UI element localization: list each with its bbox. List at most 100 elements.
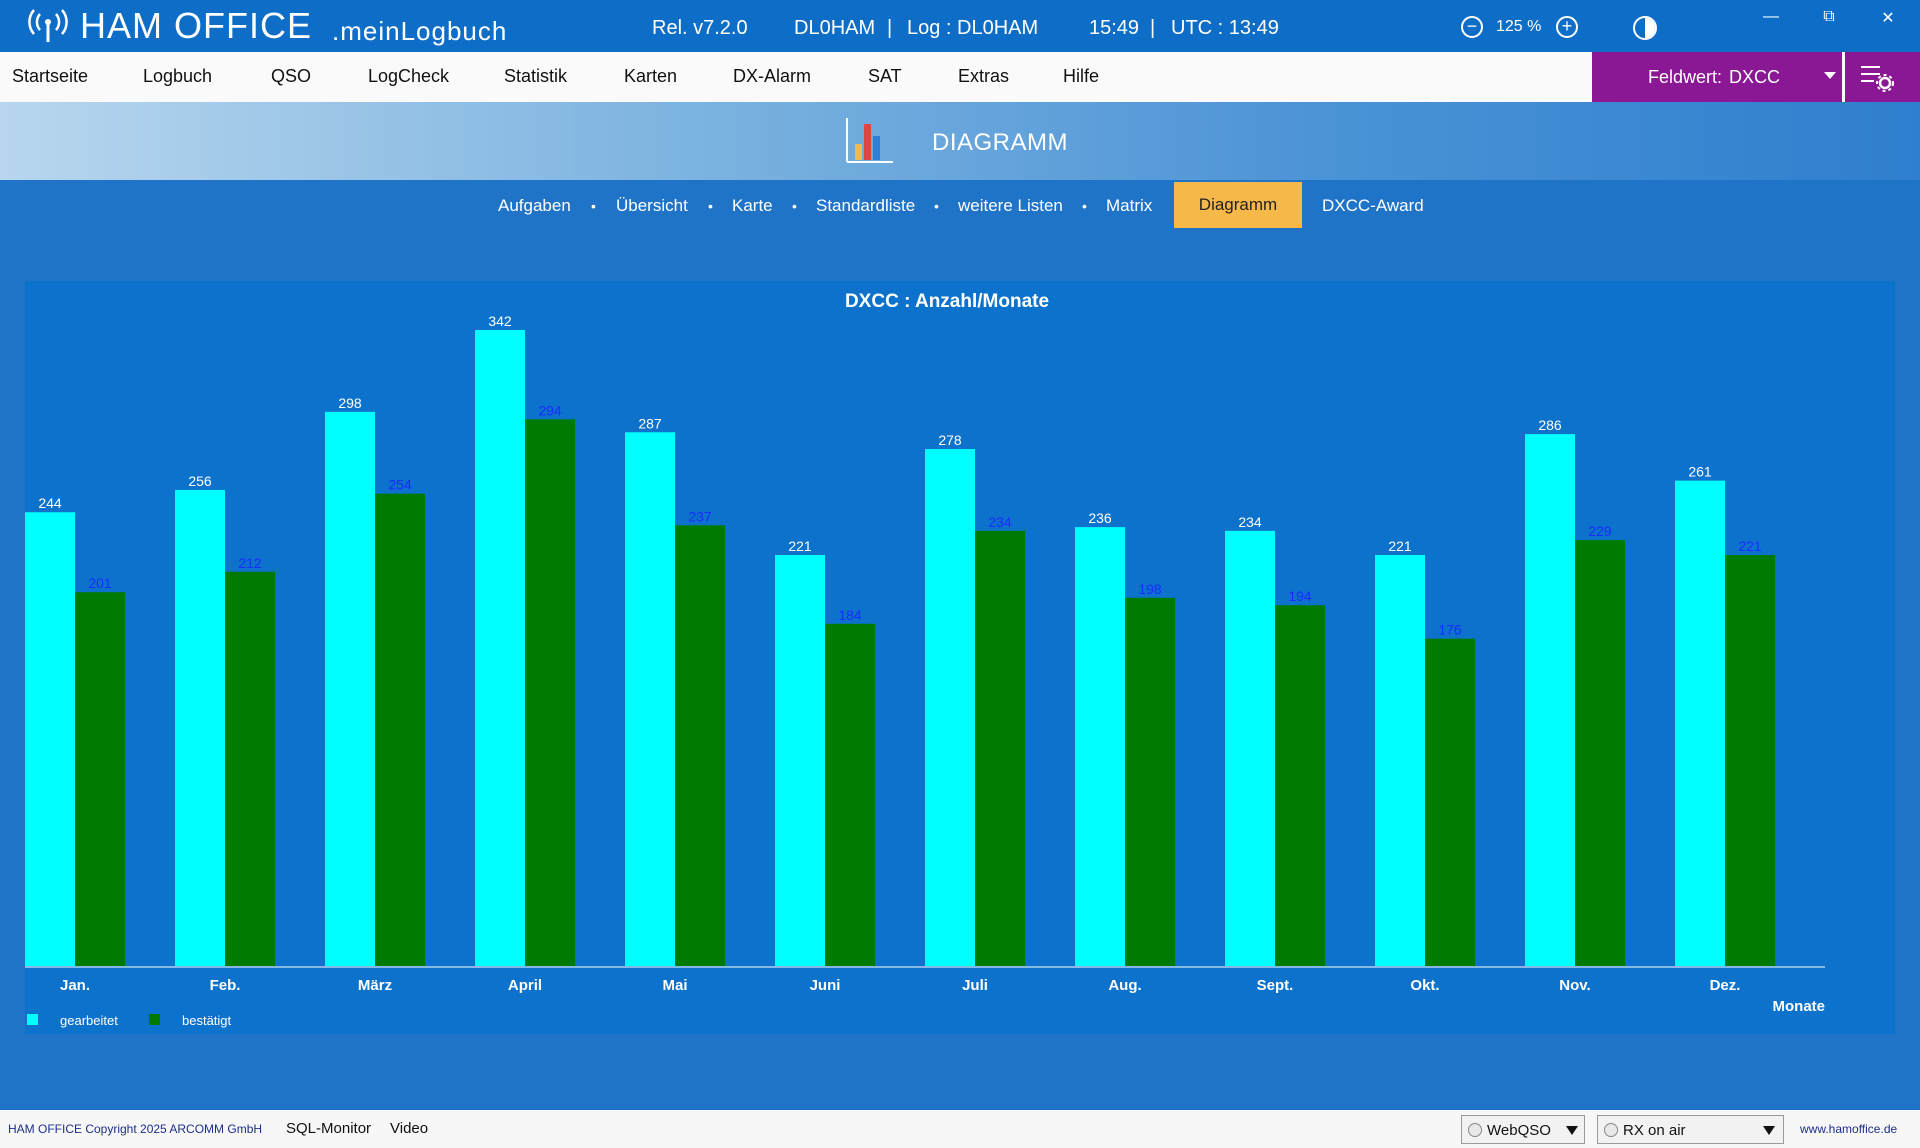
- bar-gearbeitet: [25, 512, 75, 966]
- rx-on-air-select[interactable]: RX on air: [1597, 1115, 1784, 1144]
- bar-gearbeitet: [1375, 555, 1425, 966]
- log-name: Log : DL0HAM: [907, 17, 1039, 39]
- contrast-icon[interactable]: [1633, 16, 1657, 40]
- release-version: Rel. v7.2.0: [652, 17, 748, 39]
- zoom-in-button[interactable]: +: [1556, 16, 1578, 38]
- data-label: 184: [838, 607, 862, 623]
- sql-monitor-link[interactable]: SQL-Monitor: [286, 1120, 371, 1137]
- chevron-down-icon: [1763, 1126, 1775, 1135]
- tab-diagramm[interactable]: Diagramm: [1174, 182, 1302, 228]
- bar-bestätigt: [525, 419, 575, 966]
- minimize-button[interactable]: —: [1759, 8, 1783, 26]
- data-label: 286: [1538, 417, 1562, 433]
- antenna-icon: [28, 9, 68, 42]
- menu-extras[interactable]: Extras: [958, 66, 1009, 87]
- data-label: 221: [1388, 538, 1412, 554]
- bar-gearbeitet: [1225, 530, 1275, 966]
- menu-logcheck[interactable]: LogCheck: [368, 66, 449, 87]
- bar-gearbeitet: [1075, 527, 1125, 966]
- data-label: 342: [488, 313, 512, 329]
- menu-settings-button[interactable]: [1845, 52, 1920, 102]
- bar-bestätigt: [1425, 638, 1475, 966]
- bar-bestätigt: [675, 525, 725, 966]
- website-link[interactable]: www.hamoffice.de: [1800, 1122, 1897, 1136]
- separator: |: [887, 17, 893, 39]
- rx-status-radio: [1604, 1123, 1618, 1137]
- x-tick-label: Dez.: [1710, 977, 1741, 994]
- dxcc-bar-chart: DXCC : Anzahl/Monate 244 201 Jan. 256 212 Feb.…: [25, 291, 1826, 1028]
- video-link[interactable]: Video: [390, 1120, 428, 1137]
- menu-logbuch[interactable]: Logbuch: [143, 66, 212, 87]
- menu-statistik[interactable]: Statistik: [504, 66, 567, 87]
- webqso-label: WebQSO: [1487, 1122, 1551, 1139]
- tab-separator-dot: •: [792, 198, 797, 214]
- tab-uebersicht[interactable]: Übersicht: [616, 196, 688, 216]
- bar-gearbeitet: [175, 489, 225, 966]
- menu-sat[interactable]: SAT: [868, 66, 902, 87]
- data-label: 278: [938, 432, 962, 448]
- bar-bestätigt: [825, 623, 875, 966]
- data-label: 298: [338, 395, 362, 411]
- menu-qso[interactable]: QSO: [271, 66, 311, 87]
- x-tick-label: Sept.: [1257, 977, 1294, 994]
- legend-swatch: [149, 1014, 160, 1025]
- rx-label: RX on air: [1623, 1122, 1686, 1139]
- status-bar: HAM OFFICE Copyright 2025 ARCOMM GmbH SQ…: [0, 1110, 1920, 1148]
- tab-separator-dot: •: [708, 198, 713, 214]
- chevron-down-icon: [1566, 1126, 1578, 1135]
- legend-swatch: [27, 1014, 38, 1025]
- page-title: DIAGRAMM: [932, 129, 1068, 156]
- menu-karten[interactable]: Karten: [624, 66, 677, 87]
- menu-startseite[interactable]: Startseite: [12, 66, 88, 87]
- menu-bar: Startseite Logbuch QSO LogCheck Statisti…: [0, 52, 1920, 102]
- close-button[interactable]: ✕: [1876, 8, 1900, 28]
- tab-separator-dot: •: [934, 198, 939, 214]
- chart-title: DXCC : Anzahl/Monate: [845, 291, 1049, 312]
- restore-button[interactable]: ⧉: [1817, 8, 1841, 26]
- data-label: 234: [988, 514, 1012, 530]
- data-label: 254: [388, 477, 412, 493]
- tab-matrix[interactable]: Matrix: [1106, 196, 1152, 216]
- data-label: 176: [1438, 622, 1462, 638]
- x-tick-label: Jan.: [60, 977, 90, 994]
- data-label: 221: [1738, 538, 1762, 554]
- x-axis-title: Monate: [1773, 998, 1826, 1015]
- chart-panel: DXCC : Anzahl/Monate 244 201 Jan. 256 212 Feb.…: [25, 281, 1895, 1034]
- bar-bestätigt: [1125, 597, 1175, 966]
- bar-bestätigt: [1275, 605, 1325, 966]
- field-value-selected: DXCC: [1729, 67, 1781, 87]
- bar-chart-icon: [846, 118, 893, 163]
- bar-gearbeitet: [475, 330, 525, 966]
- menu-hilfe[interactable]: Hilfe: [1063, 66, 1099, 87]
- x-tick-label: April: [508, 977, 542, 994]
- bar-gearbeitet: [1525, 434, 1575, 966]
- local-time: 15:49: [1089, 17, 1140, 39]
- utc-time: UTC : 13:49: [1171, 17, 1279, 39]
- tab-standardliste[interactable]: Standardliste: [816, 196, 915, 216]
- tab-dxcc-award[interactable]: DXCC-Award: [1322, 196, 1424, 216]
- x-tick-label: Okt.: [1410, 977, 1439, 994]
- tab-weitere-listen[interactable]: weitere Listen: [958, 196, 1063, 216]
- data-label: 261: [1688, 464, 1712, 480]
- data-label: 237: [688, 508, 712, 524]
- x-tick-label: Juli: [962, 977, 988, 994]
- data-label: 234: [1238, 514, 1262, 530]
- data-label: 236: [1088, 510, 1112, 526]
- data-label: 194: [1288, 588, 1312, 604]
- zoom-out-button[interactable]: −: [1461, 16, 1483, 38]
- bar-gearbeitet: [625, 432, 675, 966]
- tab-separator-dot: •: [591, 198, 596, 214]
- data-label: 229: [1588, 523, 1612, 539]
- separator: |: [1150, 17, 1156, 39]
- tab-aufgaben[interactable]: Aufgaben: [498, 196, 571, 216]
- data-label: 212: [238, 555, 262, 571]
- tab-karte[interactable]: Karte: [732, 196, 773, 216]
- x-tick-label: Aug.: [1108, 977, 1141, 994]
- bar-bestätigt: [1575, 540, 1625, 966]
- menu-dx-alarm[interactable]: DX-Alarm: [733, 66, 811, 87]
- webqso-select[interactable]: WebQSO: [1461, 1115, 1585, 1144]
- app-name: HAM OFFICE: [80, 5, 312, 46]
- field-value-dropdown[interactable]: Feldwert: DXCC: [1592, 52, 1842, 102]
- data-label: 201: [88, 575, 112, 591]
- x-tick-label: Nov.: [1559, 977, 1590, 994]
